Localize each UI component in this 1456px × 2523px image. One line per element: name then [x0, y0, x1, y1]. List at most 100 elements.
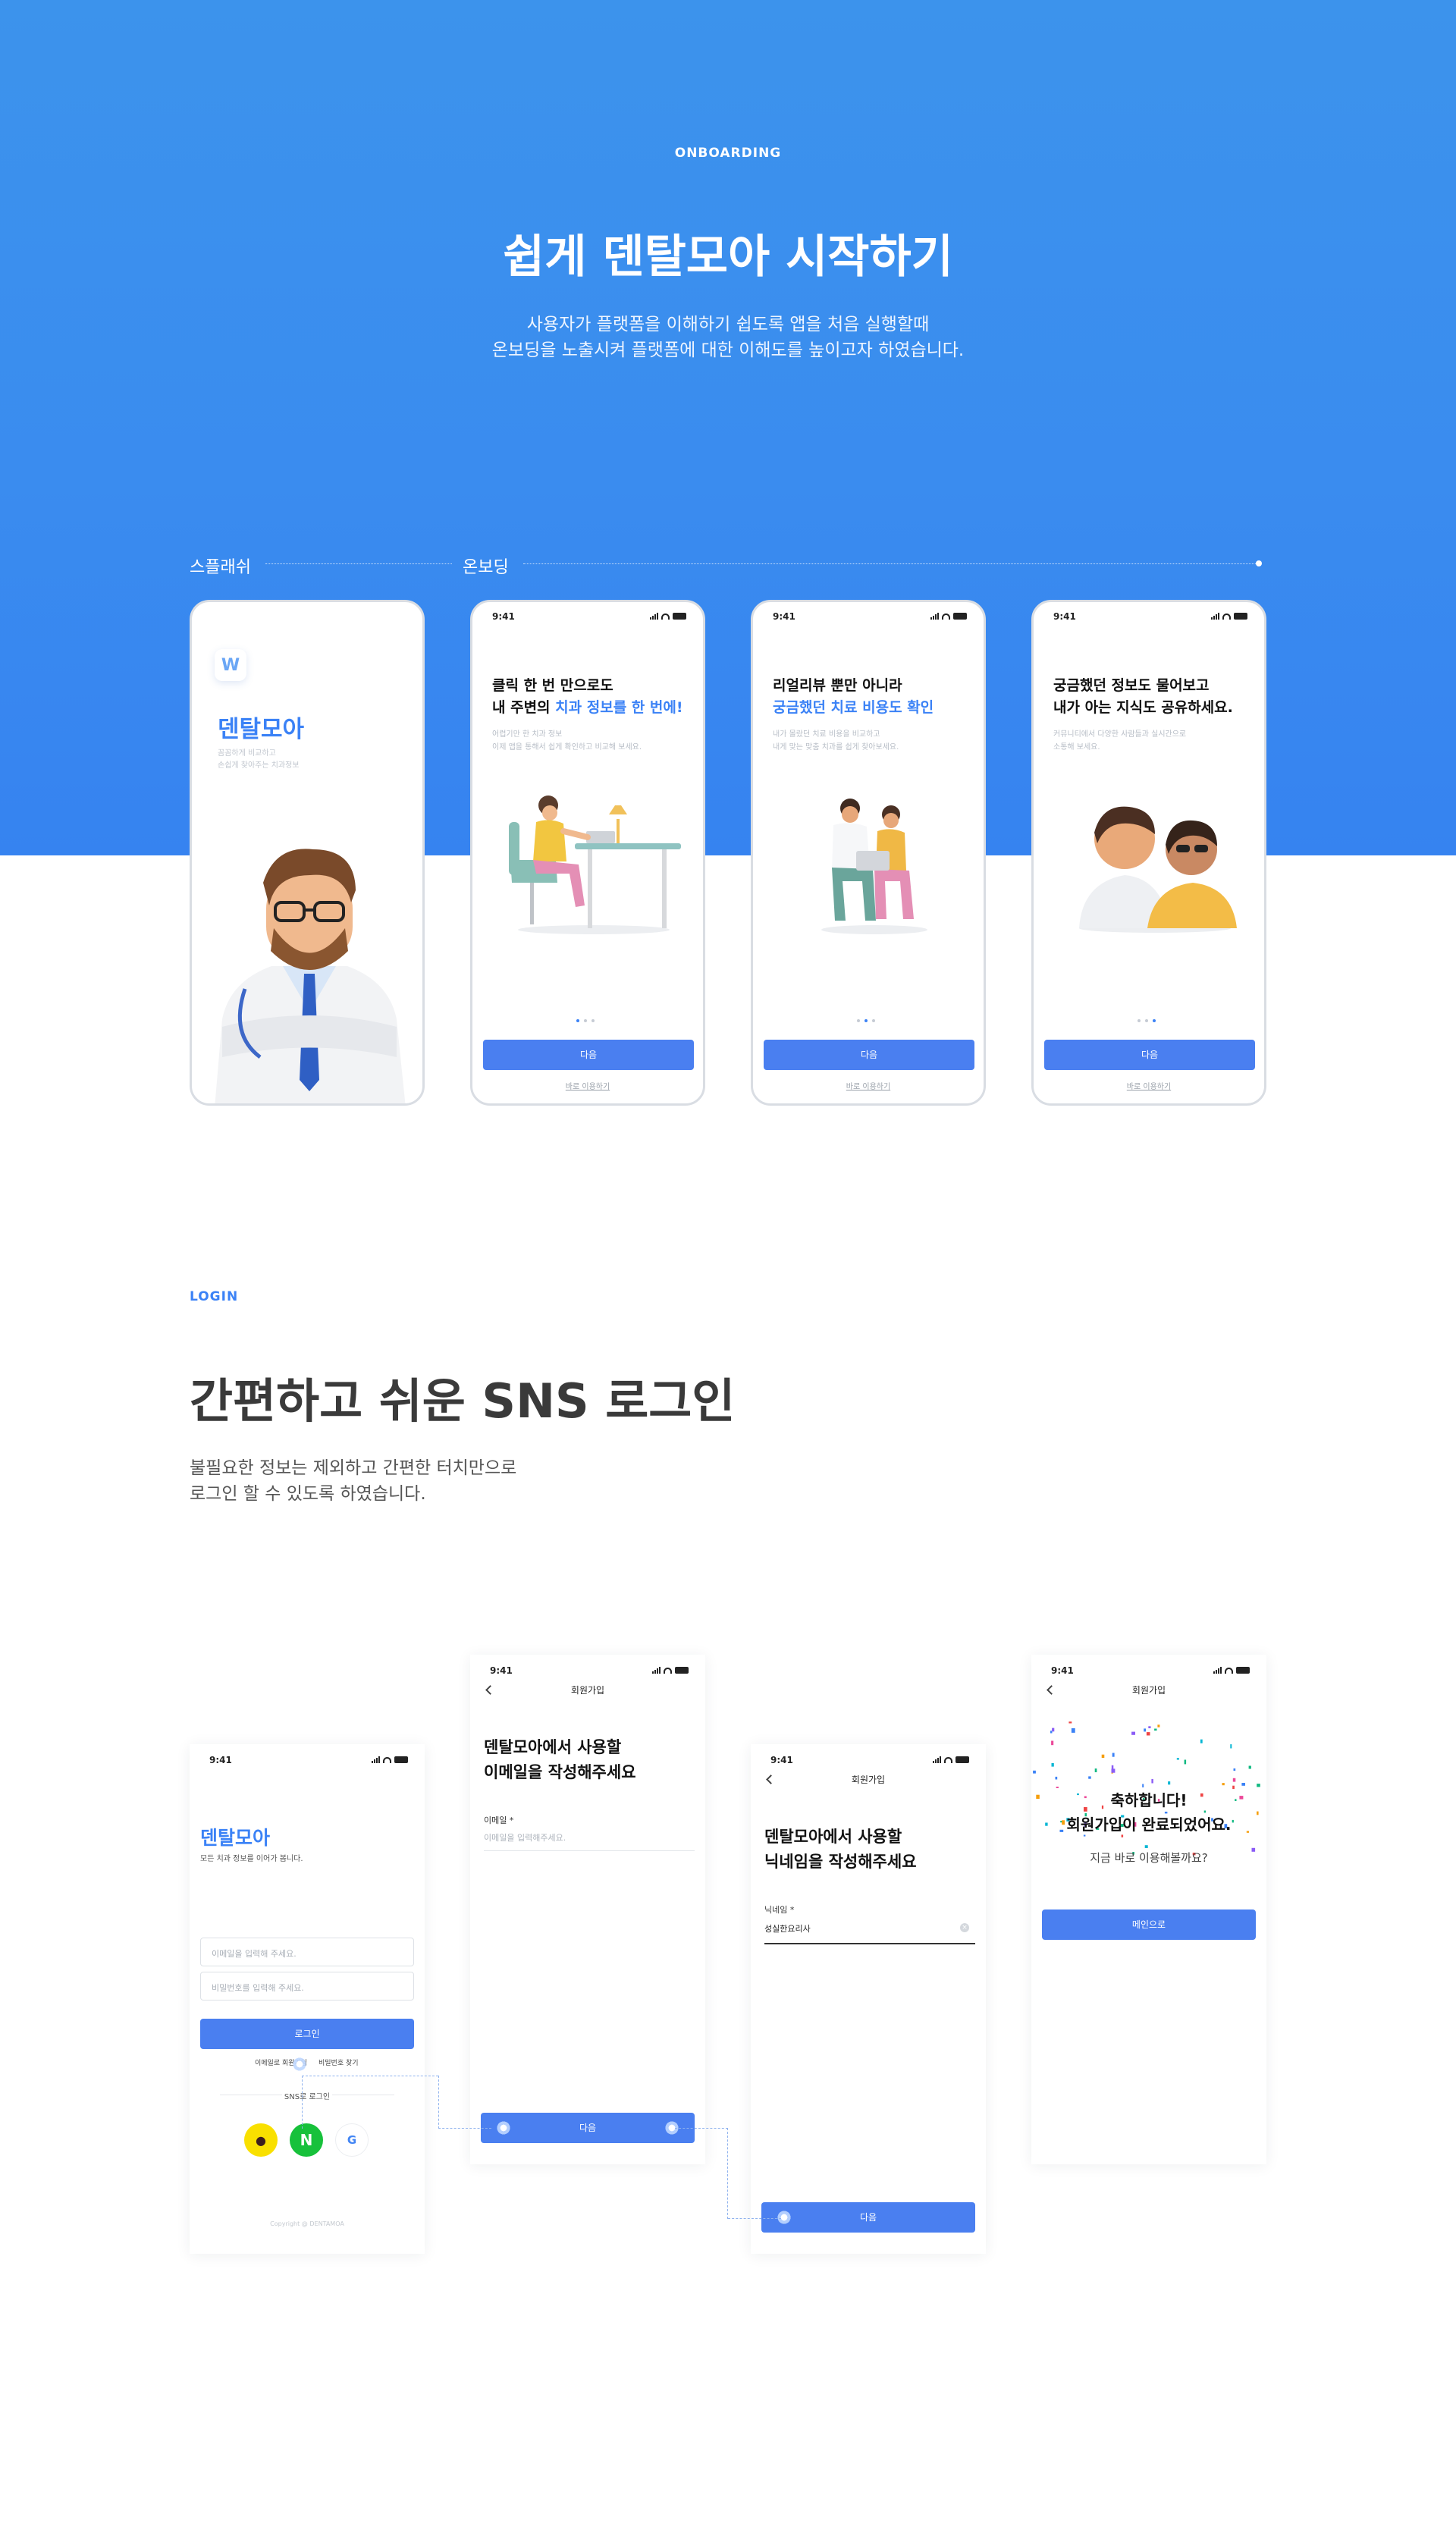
signup-header: 회원가입	[851, 1775, 886, 1785]
status-time: 9:41	[773, 611, 795, 622]
go-main-button[interactable]: 메인으로	[1042, 1910, 1256, 1940]
status-time: 9:41	[492, 611, 515, 622]
splash-brand: 덴탈모아	[218, 716, 305, 743]
heading-line-2: 내 주변의	[492, 699, 556, 716]
onboarding-heading: 클릭 한 번 만으로도내 주변의 치과 정보를 한 번에!	[492, 675, 683, 719]
confetti-piece	[1257, 1784, 1260, 1787]
splash-tagline-2: 손쉽게 찾아주는 치과정보	[218, 761, 300, 770]
confetti-piece	[1241, 1783, 1245, 1786]
signup-complete-screen: 9:41 회원가입 축하합니다! 회원가입이 완료되었어요. 지금 바로 이용해…	[1031, 1655, 1266, 2164]
login-eyebrow: LOGIN	[190, 1289, 239, 1304]
skip-link[interactable]: 바로 이용하기	[1034, 1080, 1264, 1091]
confetti-piece	[1094, 1768, 1097, 1772]
status-time: 9:41	[1053, 611, 1076, 622]
confetti-piece	[1176, 1758, 1179, 1760]
signal-icon	[372, 1756, 380, 1763]
email-input[interactable]: 이메일을 입력해주세요.	[484, 1831, 566, 1844]
login-brand: 덴탈모아	[200, 1827, 271, 1849]
onboarding-sub: 커뮤니티에서 다양한 사람들과 실시간으로 소통해 보세요.	[1053, 728, 1186, 754]
woman-at-desk-illustration	[509, 795, 681, 934]
skip-link[interactable]: 바로 이용하기	[472, 1080, 703, 1091]
wifi-icon	[1222, 613, 1231, 620]
next-button[interactable]: 다음	[1044, 1040, 1255, 1070]
email-underline	[484, 1850, 695, 1851]
confetti-piece	[1112, 1753, 1115, 1757]
confetti-piece	[1148, 1726, 1151, 1728]
battery-icon	[1234, 613, 1247, 620]
onboarding-sub: 어렵기만 한 치과 정보 이제 앱을 통해서 쉽게 확인하고 비교해 보세요.	[492, 728, 642, 754]
wifi-icon	[1225, 1667, 1233, 1674]
confetti-piece	[1230, 1744, 1232, 1749]
battery-icon	[673, 613, 686, 620]
login-desc-1: 불필요한 정보는 제외하고 간편한 터치만으로	[190, 1458, 517, 1478]
friends-leaning-illustration	[1079, 806, 1237, 933]
complete-line-3: 지금 바로 이용해볼까요?	[1090, 1851, 1208, 1865]
login-screen: 9:41 덴탈모아 모든 치과 정보를 이어가 봅니다. 이메일을 입력해 주세…	[190, 1744, 425, 2254]
next-button[interactable]: 다음	[483, 1040, 694, 1070]
signal-icon	[1213, 1667, 1222, 1674]
find-password-link[interactable]: 비밀번호 찾기	[318, 2057, 359, 2067]
signal-icon	[652, 1667, 661, 1674]
confetti-piece	[1154, 1728, 1157, 1731]
splash-divider	[265, 563, 452, 564]
couple-sitting-illustration	[821, 799, 927, 934]
next-button[interactable]: 다음	[764, 1040, 974, 1070]
page-indicator	[1138, 1019, 1156, 1022]
onboarding-desc-1: 사용자가 플랫폼을 이해하기 쉽도록 앱을 처음 실행할때	[526, 315, 930, 334]
email-field[interactable]: 이메일을 입력해 주세요.	[200, 1938, 414, 1966]
password-field[interactable]: 비밀번호를 입력해 주세요.	[200, 1972, 414, 2001]
doctor-illustration	[215, 849, 406, 1103]
nickname-label: 닉네임 *	[764, 1905, 795, 1915]
battery-icon	[675, 1667, 689, 1674]
title-line-2: 이메일을 작성해주세요	[484, 1763, 636, 1781]
status-bar: 9:41	[770, 1755, 969, 1768]
email-label: 이메일 *	[484, 1815, 514, 1825]
page-indicator	[576, 1019, 595, 1022]
flow-connector-2a	[675, 2128, 728, 2219]
page-indicator	[857, 1019, 875, 1022]
wifi-icon	[661, 613, 670, 620]
signup-nick-title: 덴탈모아에서 사용할닉네임을 작성해주세요	[764, 1825, 917, 1875]
nickname-input[interactable]: 성실한요리사	[764, 1922, 811, 1935]
label-onboarding: 온보딩	[463, 558, 509, 577]
login-button[interactable]: 로그인	[200, 2019, 414, 2049]
sub-line-2: 이제 앱을 통해서 쉽게 확인하고 비교해 보세요.	[492, 743, 642, 752]
title-line-2: 닉네임을 작성해주세요	[764, 1853, 917, 1871]
clear-input-icon[interactable]: ×	[960, 1923, 969, 1932]
next-button[interactable]: 다음	[481, 2113, 695, 2143]
confetti-piece	[1151, 1778, 1153, 1784]
app-logo-icon: W	[215, 649, 246, 681]
status-bar: 9:41	[1051, 1665, 1250, 1679]
confetti-piece	[1232, 1778, 1236, 1782]
skip-link[interactable]: 바로 이용하기	[753, 1080, 984, 1091]
login-brand-sub: 모든 치과 정보를 이어가 봅니다.	[200, 1855, 303, 1863]
confetti-piece	[1144, 1728, 1146, 1732]
sub-line-1: 커뮤니티에서 다양한 사람들과 실시간으로	[1053, 730, 1187, 739]
confetti-piece	[1033, 1770, 1036, 1774]
splash-screen: W 덴탈모아 꼼꼼하게 비교하고 손쉽게 찾아주는 치과정보	[190, 600, 425, 1106]
signal-icon	[930, 613, 939, 620]
confetti-piece	[1146, 1732, 1150, 1736]
confetti-piece	[1111, 1768, 1116, 1773]
confetti-piece	[1052, 1728, 1055, 1732]
battery-icon	[1236, 1667, 1250, 1674]
status-time: 9:41	[209, 1755, 232, 1765]
confetti-piece	[1088, 1776, 1091, 1779]
status-time: 9:41	[770, 1755, 793, 1765]
signal-icon	[1211, 613, 1219, 620]
confetti-piece	[1055, 1776, 1058, 1780]
wifi-icon	[383, 1756, 391, 1763]
status-bar: 9:41	[773, 611, 967, 625]
signup-header: 회원가입	[1131, 1685, 1166, 1696]
confetti-piece	[1248, 1765, 1251, 1769]
heading-line-1: 클릭 한 번 만으로도	[492, 677, 613, 694]
kakao-login-icon[interactable]: ●	[244, 2123, 278, 2157]
next-button[interactable]: 다음	[761, 2202, 975, 2233]
heading-highlight: 치과 정보를 한 번에!	[555, 699, 683, 716]
confetti-piece	[1083, 1834, 1086, 1837]
wifi-icon	[664, 1667, 672, 1674]
onboarding-title: 쉽게 덴탈모아 시작하기	[503, 231, 953, 284]
confetti-piece	[1051, 1762, 1054, 1767]
complete-line-1: 축하합니다!	[1110, 1791, 1188, 1809]
title-line-1: 덴탈모아에서 사용할	[764, 1828, 902, 1846]
